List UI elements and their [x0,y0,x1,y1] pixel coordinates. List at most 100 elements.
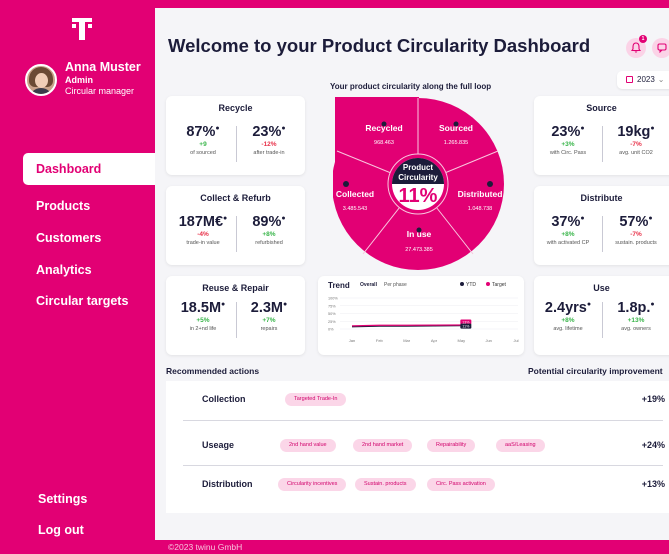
metric-value: 57%● [619,214,653,230]
metric-label: avg. lifetime [553,326,583,332]
y-tick-label: 25% [328,320,336,324]
sidebar-item-circular-targets[interactable]: Circular targets [23,285,160,317]
x-tick-label: Mar [403,338,411,343]
use-card: Use 2.4yrs● +8% avg. lifetime 1.8p.● +13… [534,276,669,355]
metric-value: 89%● [252,214,286,230]
main-panel: Welcome to your Product Circularity Dash… [155,8,669,540]
chat-icon [657,43,667,53]
rec-row-distribution: Distribution Circularity incentives Sust… [183,468,665,502]
card-title: Collect & Refurb [200,193,271,203]
metric-delta: +5% [196,317,210,324]
metric-value: 37%● [551,214,585,230]
metric-value: 187M€● [178,214,228,230]
divider [183,465,663,466]
metric-label: of sourced [190,150,216,156]
sidebar-item-dashboard[interactable]: Dashboard [23,153,160,185]
user-profile: Anna Muster Admin Circular manager [25,60,153,108]
metric-label: sustain. products [615,240,657,246]
bell-icon [631,42,641,53]
calendar-icon [626,76,633,83]
metric-label: with Circ. Pass [549,150,587,156]
segment-sourced-value: 1.265.835 [444,140,468,146]
chip-sustain-products[interactable]: Sustain. products [355,478,416,491]
chip-aas-leasing[interactable]: aaS/Leasing [496,439,545,452]
metric-value: 23%● [551,124,585,140]
metric-label: refurbished [255,240,283,246]
chip-circ-pass-activation[interactable]: Circ. Pass activation [427,478,495,491]
y-tick-label: 0% [328,328,334,332]
metric-value: 2.4yrs● [544,300,592,316]
source-card: Source 23%● +3% with Circ. Pass 19kg● -7… [534,96,669,175]
sidebar: Anna Muster Admin Circular manager Dashb… [15,8,160,540]
card-title: Distribute [580,193,623,203]
metric-value: 2.3M● [250,300,288,316]
circularity-loop-diagram: Recycled 968.463 Sourced 1.265.835 Distr… [333,97,504,270]
potential-improvement-header: Potential circularity improvement [528,366,663,376]
trend-chart: 100%75%50%25%0%Jan Feb Mar Apr May Jun Jul13%1… [328,297,519,344]
avatar [25,64,57,96]
footer-copyright: ©2023 twinu GmbH [168,542,243,552]
rec-row-label: Useage [202,440,235,450]
card-title: Source [586,103,617,113]
divider [602,126,603,162]
distribute-card: Distribute 37%● +8% with activated CP 57… [534,186,669,265]
y-tick-label: 50% [328,312,336,316]
x-tick-label: Jan [349,338,355,343]
sidebar-item-products[interactable]: Products [23,190,160,222]
metric-delta: +7% [262,317,276,324]
divider [183,420,663,421]
metric-delta: +3% [561,141,575,148]
metric-label: with activated CP [546,240,590,246]
y-tick-label: 100% [328,297,338,301]
segment-distributed-value: 1.048.738 [468,206,492,212]
metric-label: avg. unit CO2 [619,150,653,156]
recommended-actions-panel: Collection Targeted Trade-In +19% Useage… [166,381,669,513]
chip-circularity-incentives[interactable]: Circularity incentives [278,478,347,491]
metric-label: in 2+nd life [189,326,217,332]
settings-link[interactable]: Settings [38,492,87,506]
year-selector[interactable]: 2023 ⌄ [617,71,669,89]
metric-delta: +13% [627,317,645,324]
messages-button[interactable] [652,38,669,58]
metric-label: avg. owners [621,326,651,332]
logout-link[interactable]: Log out [38,523,84,537]
metric-value: 18.5M● [180,300,226,316]
recommended-actions-header: Recommended actions [166,366,260,376]
rec-row-useage: Useage 2nd hand value 2nd hand market Re… [183,429,665,463]
rec-row-improvement: +24% [641,440,665,450]
x-tick-label: Feb [376,338,384,343]
notification-badge: 1 [639,35,647,43]
marker-ytd-label: 11% [462,324,470,328]
metric-in-2nd-life: 18.5M● +5% in 2+nd life [171,300,235,332]
divider [602,216,603,252]
chip-2nd-hand-value[interactable]: 2nd hand value [280,439,336,452]
collect-refurb-card: Collect & Refurb 187M€● -4% trade-in val… [166,186,305,265]
metric-label: repairs [260,326,278,332]
metric-delta: +8% [561,231,575,238]
rec-row-label: Distribution [202,479,253,489]
metric-trade-in-value: 187M€● -4% trade-in value [171,214,235,246]
metric-with-circ-pass: 23%● +3% with Circ. Pass [536,124,600,156]
card-title: Recycle [218,103,253,113]
x-tick-label: Jul [513,338,518,343]
sidebar-item-customers[interactable]: Customers [23,222,160,254]
notifications-button[interactable]: 1 [626,35,647,58]
metric-label: after trade-in [253,150,285,156]
year-value: 2023 [637,75,655,84]
x-tick-label: Apr [431,338,438,343]
chip-repairability[interactable]: Repairability [427,439,476,452]
reuse-repair-card: Reuse & Repair 18.5M● +5% in 2+nd life 2… [166,276,305,355]
metric-delta: +8% [262,231,276,238]
center-value: 11% [399,185,438,207]
user-role: Admin [65,75,93,85]
chip-2nd-hand-market[interactable]: 2nd hand market [353,439,413,452]
divider [602,302,603,338]
metric-delta: -7% [630,231,642,238]
chip-targeted-trade-in[interactable]: Targeted Trade-In [285,393,347,406]
page-title: Welcome to your Product Circularity Dash… [168,35,591,56]
metric-delta: +9 [199,141,207,148]
metric-value: 23%● [252,124,286,140]
segment-collected-name: Collected [336,189,374,199]
metric-of-sourced: 87%● +9 of sourced [171,124,235,156]
sidebar-item-analytics[interactable]: Analytics [23,254,160,286]
